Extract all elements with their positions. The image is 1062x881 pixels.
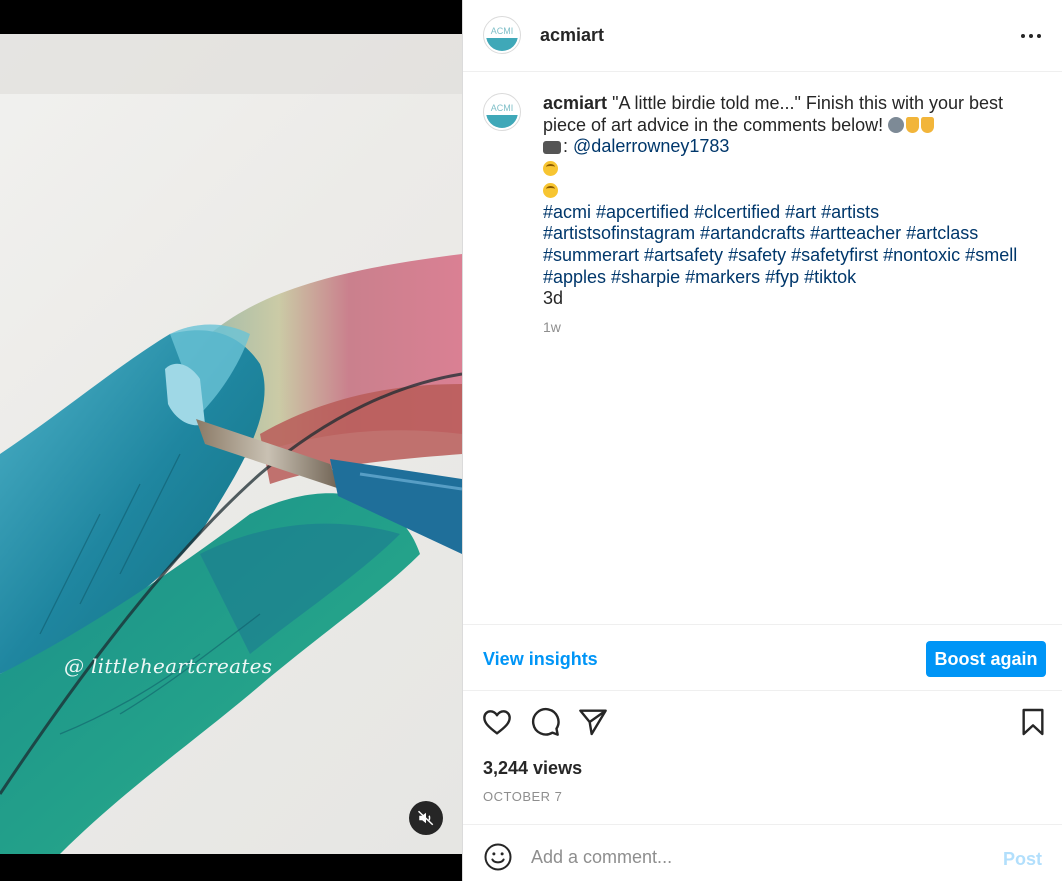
view-count[interactable]: 3,244 views — [483, 758, 582, 779]
post-comment-button[interactable]: Post — [1003, 849, 1042, 870]
hashtags-line[interactable]: #artistsofinstagram #artandcrafts #artte… — [543, 223, 1043, 245]
caption-extra-line: 3d — [543, 288, 564, 309]
heart-icon — [483, 710, 511, 735]
post-date[interactable]: OCTOBER 7 — [483, 789, 562, 804]
credit-mention-link[interactable]: @dalerrowney1783 — [573, 136, 729, 156]
more-options-button[interactable] — [1011, 24, 1051, 48]
post-details-panel: ACMI acmiart ACMI acmiart "A little bird… — [463, 0, 1062, 881]
send-icon — [579, 709, 607, 736]
caption-avatar[interactable]: ACMI — [483, 93, 521, 131]
feather-painting-image — [0, 34, 462, 854]
hashtags-line[interactable]: #apples #sharpie #markers #fyp #tiktok — [543, 267, 1043, 289]
hashtags-line[interactable]: #acmi #apcertified #clcertified #art #ar… — [543, 202, 1043, 224]
boost-again-button[interactable]: Boost again — [926, 641, 1046, 677]
pointing-down-emoji-icon — [906, 116, 920, 133]
comment-icon — [531, 707, 560, 736]
caption-timestamp[interactable]: 1w — [543, 319, 561, 335]
action-bar — [463, 692, 1062, 752]
video-frame[interactable]: @ littleheartcreates — [0, 34, 462, 854]
credit-prefix: : — [563, 136, 569, 157]
caption-username[interactable]: acmiart — [543, 93, 607, 113]
speaker-muted-icon — [417, 810, 434, 826]
caption-section: ACMI acmiart "A little birdie told me...… — [463, 72, 1062, 624]
avatar-logo-text: ACMI — [490, 26, 514, 36]
comment-bar: Post — [463, 824, 1062, 881]
artist-watermark: @ littleheartcreates — [64, 654, 273, 678]
bookmark-icon — [1022, 708, 1044, 736]
mute-button[interactable] — [409, 801, 443, 835]
emoji-picker-button[interactable] — [483, 842, 513, 872]
post-header: ACMI acmiart — [463, 0, 1062, 72]
hashtags-line[interactable]: #summerart #artsafety #safety #safetyfir… — [543, 245, 1043, 267]
caption-line-1: "A little birdie told me..." Finish this… — [612, 93, 1003, 113]
pointing-down-emoji-icon — [921, 116, 935, 133]
comment-button[interactable] — [529, 706, 561, 738]
caption-text: acmiart "A little birdie told me..." Fin… — [543, 93, 1043, 310]
share-button[interactable] — [577, 706, 609, 738]
insights-bar: View insights Boost again — [463, 624, 1062, 691]
comment-input[interactable] — [531, 839, 991, 875]
header-username[interactable]: acmiart — [540, 25, 604, 46]
save-button[interactable] — [1017, 706, 1049, 738]
upside-down-face-emoji-icon — [543, 182, 558, 198]
smiley-icon — [484, 843, 512, 871]
bird-emoji-icon — [888, 116, 905, 133]
caption-line-2: piece of art advice in the comments belo… — [543, 114, 884, 135]
like-button[interactable] — [481, 706, 513, 738]
view-insights-link[interactable]: View insights — [483, 649, 598, 670]
camera-emoji-icon — [543, 141, 561, 155]
more-horizontal-icon — [1021, 34, 1025, 38]
post-media[interactable]: @ littleheartcreates — [0, 0, 462, 881]
avatar[interactable]: ACMI — [483, 16, 521, 54]
upside-down-face-emoji-icon — [543, 161, 558, 177]
